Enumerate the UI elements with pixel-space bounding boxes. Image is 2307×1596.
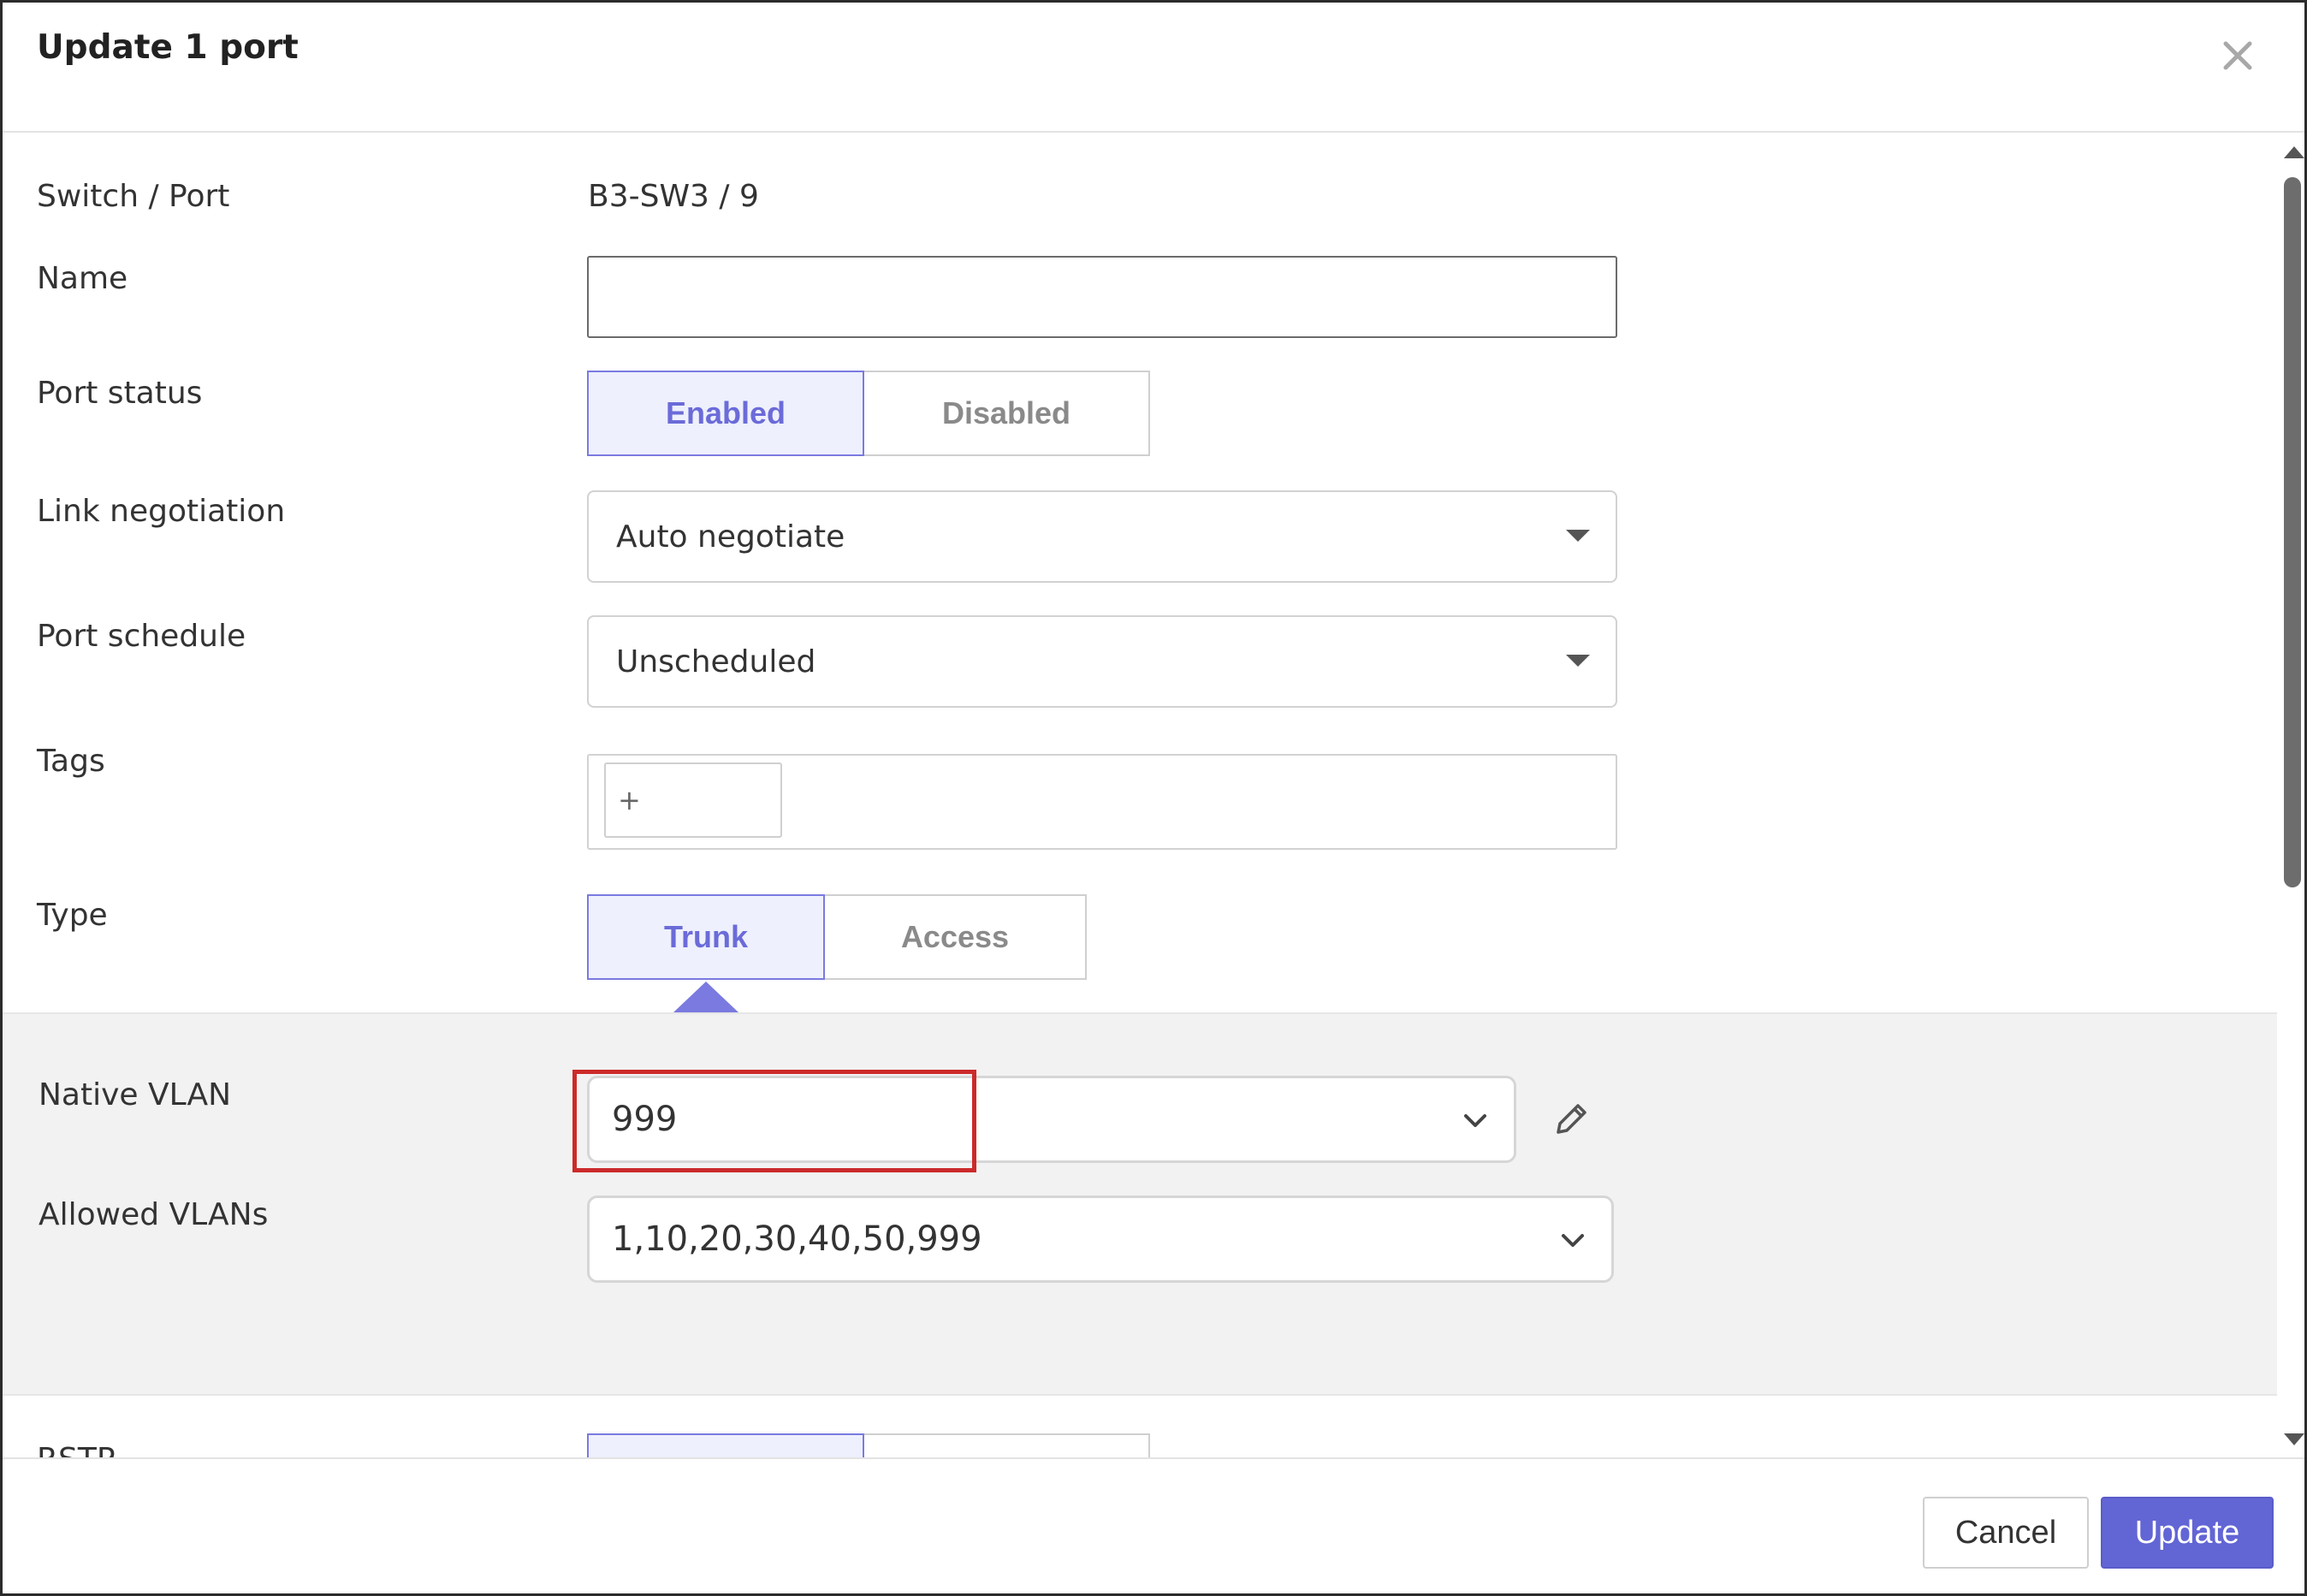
port-schedule-value: Unscheduled: [616, 644, 816, 679]
cancel-button[interactable]: Cancel: [1923, 1497, 2089, 1569]
dialog-scrollbar[interactable]: [2279, 134, 2304, 1457]
allowed-vlans-value: 1,10,20,30,40,50,999: [612, 1219, 982, 1259]
link-negotiation-select[interactable]: Auto negotiate: [587, 490, 1617, 583]
switch-port-label: Switch / Port: [37, 179, 230, 214]
scroll-up-icon[interactable]: [2284, 146, 2304, 158]
add-tag-button[interactable]: +: [604, 762, 782, 838]
port-status-enabled[interactable]: Enabled: [587, 371, 864, 456]
dialog-title: Update 1 port: [37, 28, 299, 67]
allowed-vlans-label: Allowed VLANs: [39, 1197, 269, 1232]
allowed-vlans-select[interactable]: 1,10,20,30,40,50,999: [587, 1196, 1614, 1283]
name-input[interactable]: [587, 256, 1617, 338]
tags-label: Tags: [37, 744, 105, 779]
selected-type-pointer: [673, 982, 738, 1012]
link-negotiation-value: Auto negotiate: [616, 519, 845, 555]
dialog-header: Update 1 port: [3, 3, 2304, 133]
port-schedule-select[interactable]: Unscheduled: [587, 615, 1617, 708]
native-vlan-value: 999: [612, 1100, 678, 1139]
close-icon[interactable]: [2219, 37, 2257, 74]
dialog-footer: Cancel Update: [3, 1457, 2304, 1593]
port-status-disabled[interactable]: Disabled: [864, 371, 1150, 456]
type-access[interactable]: Access: [825, 894, 1087, 980]
caret-down-icon: [1566, 530, 1590, 542]
type-toggle: Trunk Access: [587, 894, 1087, 980]
caret-down-icon: [1566, 655, 1590, 667]
port-status-toggle: Enabled Disabled: [587, 371, 1150, 456]
native-vlan-label: Native VLAN: [39, 1077, 232, 1112]
update-button[interactable]: Update: [2101, 1497, 2274, 1569]
tags-field[interactable]: +: [587, 754, 1617, 850]
port-schedule-label: Port schedule: [37, 619, 246, 654]
chevron-down-icon: [1461, 1104, 1490, 1133]
type-trunk[interactable]: Trunk: [587, 894, 825, 980]
rstp-row: RSTP: [3, 1411, 2277, 1457]
scroll-thumb[interactable]: [2284, 177, 2301, 887]
chevron-down-icon: [1558, 1224, 1587, 1253]
rstp-enabled[interactable]: [587, 1433, 864, 1457]
switch-port-value: B3-SW3 / 9: [588, 179, 759, 214]
type-label: Type: [37, 898, 108, 933]
rstp-disabled[interactable]: [864, 1433, 1150, 1457]
native-vlan-select[interactable]: 999: [587, 1076, 1516, 1163]
scroll-down-icon[interactable]: [2284, 1433, 2304, 1445]
port-status-label: Port status: [37, 376, 203, 411]
name-label: Name: [37, 261, 128, 296]
link-negotiation-label: Link negotiation: [37, 494, 286, 529]
update-port-dialog: Update 1 port Switch / Port B3-SW3 / 9 N…: [0, 0, 2307, 1596]
pencil-icon[interactable]: [1550, 1098, 1592, 1141]
rstp-label: RSTP: [37, 1442, 116, 1457]
